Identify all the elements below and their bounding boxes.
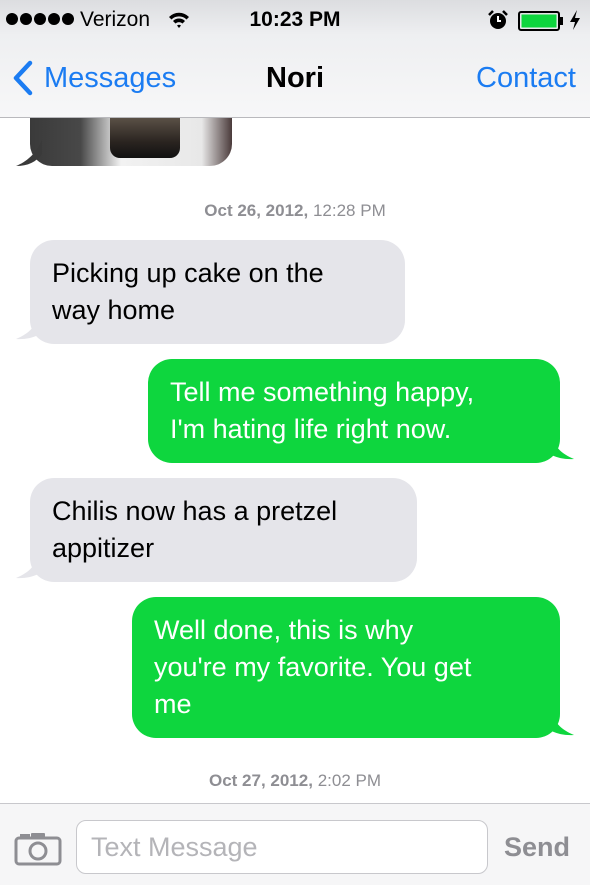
bubble-tail (16, 551, 48, 579)
send-button[interactable]: Send (504, 832, 570, 863)
timestamp: Oct 27, 2012, 2:02 PM (208, 771, 381, 790)
message-text: you're my favorite. You get (154, 652, 472, 682)
status-bar: Verizon 10:23 PM (0, 0, 590, 40)
message-bubble-incoming[interactable]: Chilis now has a pretzel appitizer (30, 478, 417, 582)
battery-icon (518, 11, 563, 31)
message-text-field[interactable] (76, 820, 488, 874)
timestamp: Oct 26, 2012, 12:28 PM (204, 201, 386, 220)
photo-message[interactable] (30, 118, 232, 166)
camera-icon[interactable] (14, 832, 62, 866)
message-bubble-outgoing[interactable]: Well done, this is why you're my favorit… (132, 597, 560, 738)
message-text: Well done, this is why (154, 615, 414, 645)
header: Verizon 10:23 PM Messages Nori Contact (0, 0, 590, 118)
message-text: Tell me something happy, (170, 377, 475, 407)
bubble-tail (16, 140, 42, 166)
bubble-tail (16, 312, 48, 340)
bubble-tail (542, 432, 574, 460)
contact-button[interactable]: Contact (476, 62, 576, 95)
message-bubble-outgoing[interactable]: Tell me something happy, I'm hating life… (148, 359, 560, 463)
message-text: way home (52, 295, 176, 325)
message-text: appitizer (52, 533, 155, 563)
message-input-bar: Send (0, 803, 590, 885)
alarm-icon (488, 10, 508, 29)
message-text: Picking up cake on the (52, 258, 324, 288)
message-text: I'm hating life right now. (170, 414, 452, 444)
bubble-tail (542, 708, 574, 736)
nav-bar: Messages Nori Contact (0, 40, 590, 118)
message-bubble-incoming[interactable]: Picking up cake on the way home (30, 240, 405, 344)
message-text: me (154, 689, 192, 719)
message-text: Chilis now has a pretzel (52, 496, 338, 526)
charging-icon (570, 10, 580, 30)
